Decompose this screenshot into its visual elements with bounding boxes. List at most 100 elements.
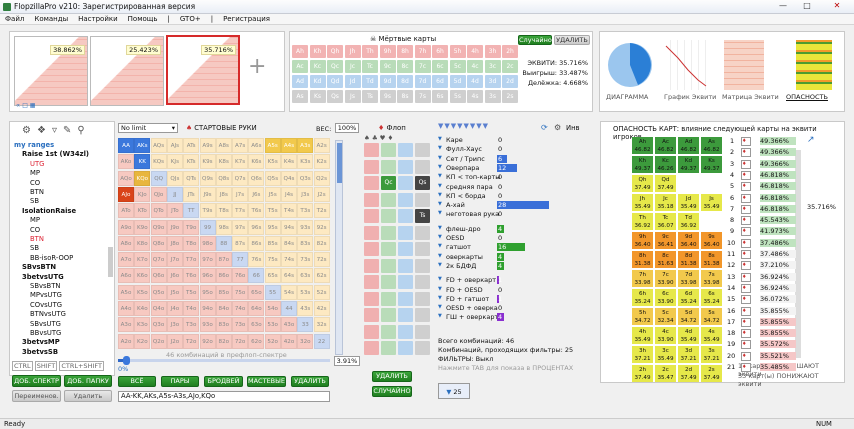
view-label-graph[interactable]: График Эквити — [664, 93, 716, 101]
filter-funnel-icon[interactable]: ▼ — [438, 234, 442, 240]
dead-card-6h[interactable]: 6h — [432, 45, 448, 58]
flop-card[interactable] — [364, 308, 379, 322]
hand-cell-63s[interactable]: 63s — [297, 268, 314, 284]
hand-cell-T9o[interactable]: T9o — [183, 219, 200, 235]
split-icon[interactable]: ❖ — [37, 125, 52, 136]
filter-funnel-icon[interactable]: ▼ — [438, 243, 442, 249]
flop-card[interactable] — [364, 341, 379, 355]
minimize-icon[interactable]: — — [772, 1, 794, 12]
flop-card[interactable] — [364, 291, 379, 306]
hand-cell-K4s[interactable]: K4s — [281, 154, 297, 170]
hand-cell-Q5s[interactable]: Q5s — [264, 170, 281, 186]
dead-card-6d[interactable]: 6d — [432, 75, 448, 88]
flop-card[interactable] — [398, 291, 413, 306]
filter-name[interactable]: средняя пара — [446, 183, 493, 191]
hand-cell-KJo[interactable]: KJo — [134, 186, 151, 202]
dead-card-9c[interactable]: 9c — [379, 60, 396, 73]
hand-cell-A6o[interactable]: A6o — [118, 268, 134, 284]
dead-card-6s[interactable]: 6s — [432, 90, 448, 103]
dead-card-3d[interactable]: 3d — [484, 75, 501, 88]
hand-cell-62o[interactable]: 62o — [248, 333, 265, 349]
hand-cell-QJo[interactable]: QJo — [150, 186, 167, 202]
flop-card[interactable] — [364, 143, 379, 157]
filter-name[interactable]: оверкарты — [446, 253, 483, 261]
dead-card-Ks[interactable]: Ks — [309, 90, 326, 103]
hand-cell-J4o[interactable]: J4o — [166, 301, 183, 316]
hand-cell-94s[interactable]: 94s — [281, 219, 297, 235]
hand-cell-KQs[interactable]: KQs — [150, 154, 167, 170]
filter-name[interactable]: гатшот — [446, 243, 471, 251]
hand-cell-32o[interactable]: 32o — [297, 333, 314, 349]
range-slider[interactable] — [118, 356, 330, 365]
filter-funnel-icon[interactable]: ▼ — [438, 164, 442, 170]
hand-cell-K2s[interactable]: K2s — [313, 154, 330, 170]
flop-card[interactable] — [364, 275, 379, 289]
dead-card-3c[interactable]: 3c — [484, 60, 501, 73]
dead-card-2c[interactable]: 2c — [502, 60, 518, 73]
filter-funnel-icon[interactable]: ▼ — [438, 225, 442, 231]
flop-card[interactable] — [398, 225, 413, 240]
menu-help[interactable]: Помощь — [123, 14, 163, 25]
settings-gear-icon[interactable]: ⚙ — [554, 123, 561, 132]
search-icon[interactable]: ⚲ — [77, 125, 90, 136]
shift-key[interactable]: SHIFT — [34, 361, 58, 371]
hand-cell-T5s[interactable]: T5s — [264, 203, 281, 219]
dead-card-Ad[interactable]: Ad — [292, 75, 308, 88]
hand-cell-A4s[interactable]: A4s — [281, 138, 297, 153]
flop-card[interactable] — [364, 258, 379, 273]
hand-cell-54s[interactable]: 54s — [281, 284, 297, 300]
hand-cell-Q5o[interactable]: Q5o — [150, 284, 167, 300]
dead-card-3s[interactable]: 3s — [484, 90, 501, 103]
hand-cell-44[interactable]: 44 — [281, 301, 297, 316]
flop-card[interactable] — [398, 275, 413, 289]
hand-cell-AJs[interactable]: AJs — [166, 138, 183, 153]
hand-cell-97s[interactable]: 97s — [232, 219, 249, 235]
tree-item[interactable]: MP — [30, 216, 40, 224]
dead-card-7h[interactable]: 7h — [414, 45, 431, 58]
hand-cell-97o[interactable]: 97o — [199, 252, 216, 268]
hand-cell-K3o[interactable]: K3o — [134, 317, 151, 333]
hand-cell-65o[interactable]: 65o — [248, 284, 265, 300]
hand-cell-86s[interactable]: 86s — [248, 235, 265, 251]
tree-item[interactable]: SBvsBTN — [30, 282, 60, 290]
flop-card[interactable] — [415, 258, 430, 273]
weight-input[interactable]: 100% — [335, 123, 359, 133]
hand-cell-K9o[interactable]: K9o — [134, 219, 151, 235]
hand-cell-84o[interactable]: 84o — [215, 301, 232, 316]
hand-cell-83o[interactable]: 83o — [215, 317, 232, 333]
hand-cell-75s[interactable]: 75s — [264, 252, 281, 268]
hand-cell-98s[interactable]: 98s — [215, 219, 232, 235]
dead-card-2d[interactable]: 2d — [502, 75, 518, 88]
dead-card-5c[interactable]: 5c — [449, 60, 466, 73]
close-icon[interactable]: ✕ — [822, 1, 852, 12]
hand-cell-J5s[interactable]: J5s — [264, 186, 281, 202]
hand-cell-53s[interactable]: 53s — [297, 284, 314, 300]
filter-name[interactable]: Оверпара — [446, 164, 479, 172]
hand-cell-K8o[interactable]: K8o — [134, 235, 151, 251]
hand-cell-KTs[interactable]: KTs — [183, 154, 200, 170]
hand-cell-J8o[interactable]: J8o — [166, 235, 183, 251]
hand-cell-Q8s[interactable]: Q8s — [215, 170, 232, 186]
hand-cell-ATo[interactable]: ATo — [118, 203, 134, 219]
hand-cell-AKs[interactable]: AKs — [134, 138, 151, 153]
hand-cell-A6s[interactable]: A6s — [248, 138, 265, 153]
range-slot-1[interactable]: 38.862% — [14, 36, 88, 106]
hand-cell-T2o[interactable]: T2o — [183, 333, 200, 349]
hand-cell-Q6o[interactable]: Q6o — [150, 268, 167, 284]
dead-card-2h[interactable]: 2h — [502, 45, 518, 58]
hand-cell-J6s[interactable]: J6s — [248, 186, 265, 202]
tree-item[interactable]: my ranges — [14, 141, 54, 149]
hand-cell-AQo[interactable]: AQo — [118, 170, 134, 186]
hand-cell-K5o[interactable]: K5o — [134, 284, 151, 300]
flop-card[interactable] — [364, 192, 379, 207]
hand-cell-J2s[interactable]: J2s — [313, 186, 330, 202]
dead-card-Js[interactable]: Js — [344, 90, 361, 103]
dead-card-Ts[interactable]: Ts — [362, 90, 378, 103]
view-label-matrix[interactable]: Матрица Эквити — [722, 93, 779, 101]
hand-cell-AJo[interactable]: AJo — [118, 186, 134, 202]
hand-cell-T8s[interactable]: T8s — [215, 203, 232, 219]
hand-cell-43o[interactable]: 43o — [281, 317, 297, 333]
dead-card-4s[interactable]: 4s — [467, 90, 483, 103]
hand-cell-KK[interactable]: KK — [134, 154, 151, 170]
flop-card[interactable] — [381, 324, 396, 339]
